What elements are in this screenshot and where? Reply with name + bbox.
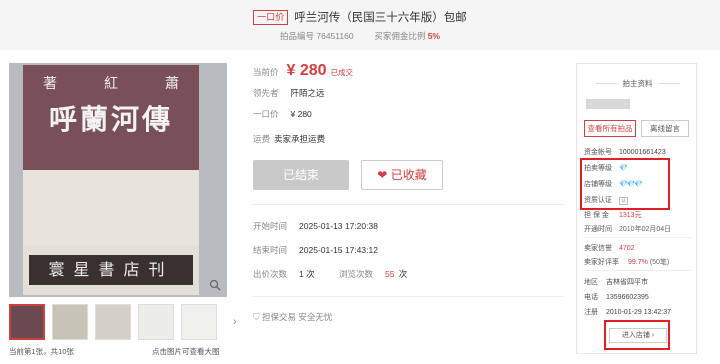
- ended-button[interactable]: 已结束: [253, 160, 349, 190]
- rating-row: 卖家好评率 99.7% (50笔): [584, 259, 670, 266]
- commission-label: 买家佣金比例: [374, 31, 426, 41]
- image-page-info: 当前第1张，共10张: [9, 347, 75, 356]
- highlight-box: [604, 320, 670, 350]
- bid-count: 1 次: [299, 269, 315, 279]
- view-count: 55: [385, 269, 395, 279]
- end-time: 2025-01-15 17:43:12: [299, 245, 378, 255]
- thumbnail[interactable]: [138, 304, 174, 340]
- highlight-box: [580, 158, 670, 210]
- item-header: 一口价 呼兰河传（民国三十六年版）包邮 拍品编号 76451160 买家佣金比例 …: [0, 0, 720, 50]
- credit-row: 卖家信誉 4702: [584, 245, 635, 252]
- main-product-image[interactable]: 著 紅 蕭 呼蘭河傳 寰星書店刊: [9, 63, 227, 297]
- thumbnail[interactable]: [95, 304, 131, 340]
- deposit-row: 担 保 金 1313元: [584, 212, 642, 219]
- leader-row: 领先者 阡陌之远: [253, 88, 325, 98]
- shipping-row: 运费 卖家承担运费: [253, 134, 326, 144]
- register-row: 注册 2010-01-29 13:42:37: [584, 309, 671, 316]
- bids-row: 出价次数 1 次: [253, 269, 315, 279]
- start-time-row: 开始时间 2025-01-13 17:20:38: [253, 221, 378, 231]
- current-price: ¥ 280: [286, 62, 327, 79]
- region-row: 地区 吉林省四平市: [584, 279, 648, 286]
- leader-name[interactable]: 阡陌之远: [291, 88, 325, 98]
- seller-name-blurred: [586, 99, 630, 109]
- seller-panel-title: 拍主资料: [577, 78, 698, 89]
- commission-rate: 5%: [427, 31, 440, 41]
- offline-message-button[interactable]: 离线留言: [641, 120, 689, 137]
- favorited-button[interactable]: ❤ 已收藏: [361, 160, 443, 190]
- views-row: 浏览次数 55 次: [339, 269, 408, 279]
- thumbnail[interactable]: [181, 304, 217, 340]
- thumbnail-strip: ›: [9, 304, 239, 344]
- seller-panel: 拍主资料 查看所有拍品 离线留言 资金帐号 100001661423 拍卖等级 💎 …: [576, 63, 697, 354]
- chevron-right-icon[interactable]: ›: [233, 316, 237, 328]
- book-publisher: 寰星書店刊: [29, 255, 193, 285]
- shipping-value: 卖家承担运费: [274, 134, 326, 144]
- start-time: 2025-01-13 17:20:38: [299, 221, 378, 231]
- account-row: 资金帐号 100001661423: [584, 149, 666, 156]
- view-all-items-button[interactable]: 查看所有拍品: [584, 120, 636, 137]
- open-time-row: 开通时间 2010年02月04日: [584, 226, 672, 233]
- fixed-price-tag: 一口价: [253, 10, 289, 25]
- zoom-icon[interactable]: [209, 279, 221, 291]
- item-meta-row: 拍品编号 76451160 买家佣金比例 5%: [0, 30, 720, 42]
- guarantee-row: ⛉ 担保交易 安全无忧: [253, 312, 333, 322]
- thumbnail[interactable]: [52, 304, 88, 340]
- item-no: 76451160: [316, 31, 354, 41]
- book-title: 呼蘭河傳: [48, 103, 173, 136]
- shield-icon: ⛉: [253, 312, 260, 322]
- fixed-price-row: 一口价 ¥ 280: [253, 109, 312, 119]
- item-title: 呼兰河传（民国三十六年版）包邮: [294, 12, 467, 24]
- current-price-row: 当前价 ¥ 280 已成交: [253, 62, 354, 79]
- heart-icon: ❤: [377, 168, 388, 182]
- book-author: 著 紅 蕭: [43, 76, 179, 92]
- image-hint: 点击图片可查看大图: [152, 347, 220, 356]
- end-time-row: 结束时间 2025-01-15 17:43:12: [253, 245, 378, 255]
- fixed-price-value: ¥ 280: [290, 109, 312, 119]
- item-title-row: 一口价 呼兰河传（民国三十六年版）包邮: [0, 9, 720, 25]
- phone-row: 电话 13596602395: [584, 294, 649, 301]
- sold-status: 已成交: [330, 68, 354, 77]
- book-cover: 著 紅 蕭 呼蘭河傳 寰星書店刊: [23, 65, 199, 295]
- thumbnail[interactable]: [9, 304, 45, 340]
- item-no-label: 拍品编号: [279, 31, 314, 41]
